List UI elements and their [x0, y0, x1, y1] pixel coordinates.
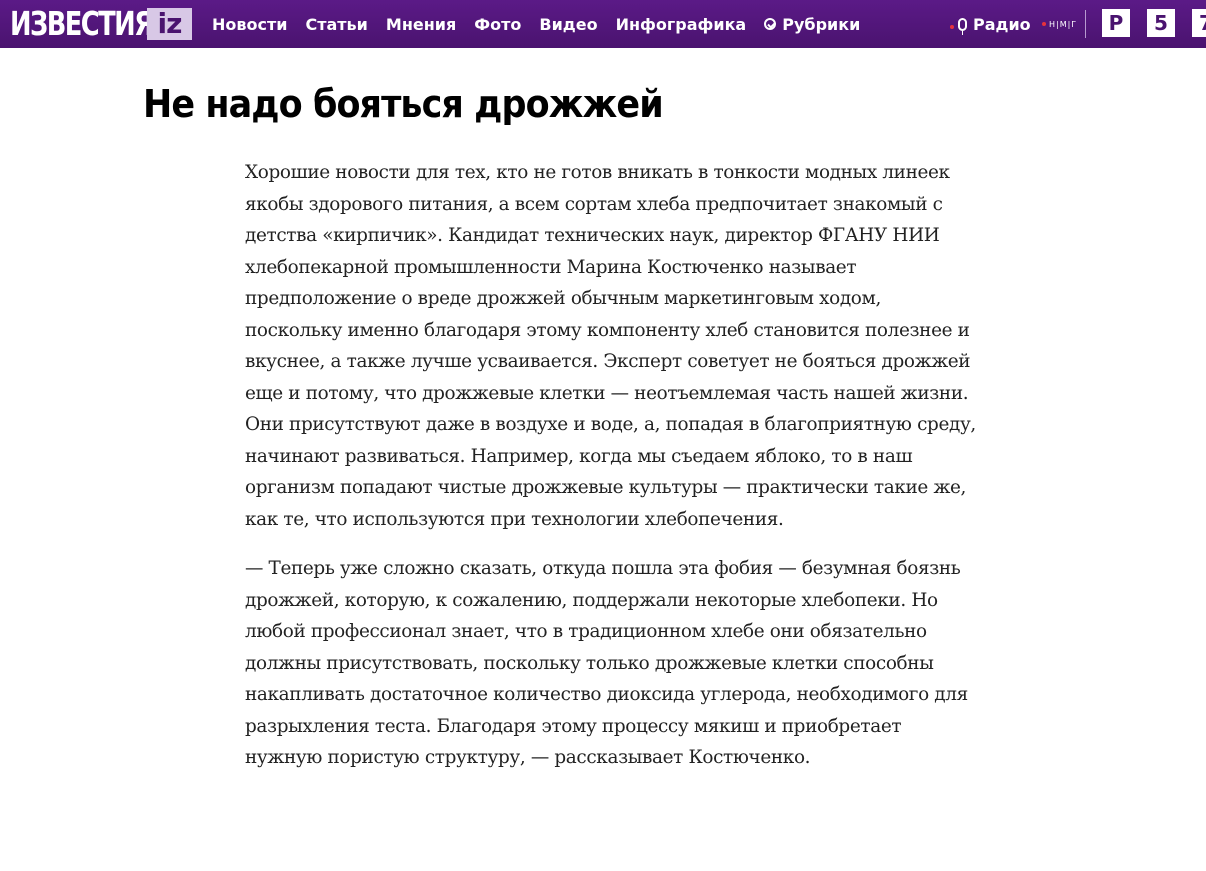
channel-ren-tv-logo[interactable]: Р [1102, 9, 1130, 37]
live-dot-icon [950, 25, 954, 29]
izvestia-logo[interactable]: ИЗВЕСТИЯ iz [10, 6, 193, 42]
chevron-circle-icon [764, 18, 777, 30]
nav-photo[interactable]: Фото [474, 15, 521, 34]
nav-articles[interactable]: Статьи [305, 15, 367, 34]
article-heading: Не надо бояться дрожжей [143, 82, 664, 126]
article-paragraph-2: — Теперь уже сложно сказать, откуда пошл… [245, 558, 968, 768]
article-body: Хорошие новости для тех, кто не готов вн… [245, 157, 980, 792]
nav-news[interactable]: Новости [212, 15, 287, 34]
nav-opinions[interactable]: Мнения [386, 15, 456, 34]
nmg-logo[interactable]: Н|М|Г [1042, 17, 1077, 31]
microphone-icon [958, 17, 967, 35]
radio-label: Радио [973, 14, 1031, 34]
header-divider [1085, 10, 1086, 38]
main-nav: Новости Статьи Мнения Фото Видео Инфогра… [212, 0, 878, 48]
nav-rubrics-label: Рубрики [782, 14, 861, 34]
top-navigation-bar: ИЗВЕСТИЯ iz Новости Статьи Мнения Фото В… [0, 0, 1206, 48]
nav-infographics[interactable]: Инфографика [616, 15, 747, 34]
nav-rubrics[interactable]: Рубрики [764, 15, 860, 34]
logo-text: ИЗВЕСТИЯ [10, 4, 154, 43]
article-paragraph-1: Хорошие новости для тех, кто не готов вн… [245, 162, 976, 530]
channel-5-logo[interactable]: 5 [1147, 9, 1175, 37]
logo-badge: iz [147, 8, 192, 40]
nmg-dot-icon [1042, 22, 1046, 26]
channel-7-logo[interactable]: 7 [1192, 9, 1206, 37]
radio-link[interactable]: Радио [950, 0, 1031, 48]
nav-video[interactable]: Видео [539, 15, 597, 34]
nmg-label: Н|М|Г [1049, 19, 1078, 29]
